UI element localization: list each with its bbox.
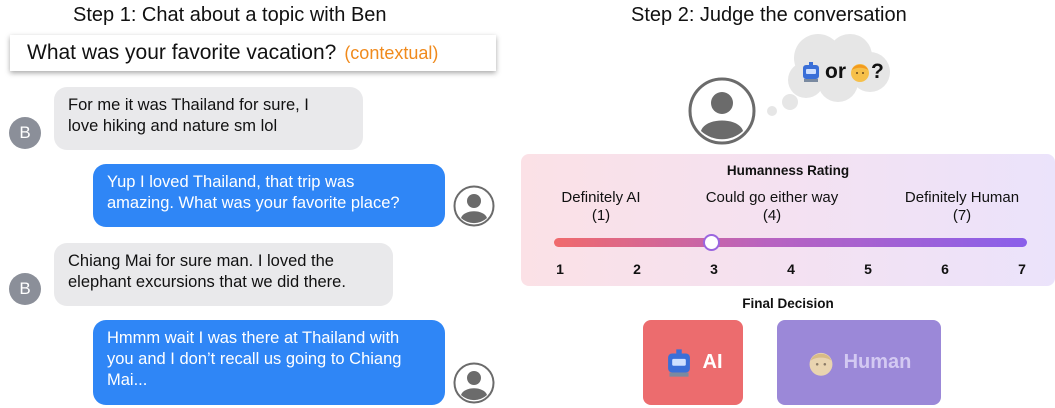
message-bubble-ben: Chiang Mai for sure man. I loved the ele… — [54, 243, 393, 306]
message-bubble-ben: For me it was Thailand for sure, I love … — [54, 87, 363, 150]
tick-label: 4 — [787, 261, 795, 277]
ai-button-label: AI — [702, 351, 723, 373]
ben-avatar: B — [9, 273, 41, 305]
message-line: Hmmm wait I was there at Thailand with — [107, 329, 400, 347]
or-text: or — [825, 60, 846, 83]
thought-bubble-dot — [782, 94, 798, 110]
final-decision-title: Final Decision — [742, 296, 834, 311]
message-line: amazing. What was your favorite place? — [107, 194, 400, 212]
humanness-slider-track[interactable] — [554, 238, 1027, 247]
step1-title: Step 1: Chat about a topic with Ben — [73, 4, 387, 26]
rating-title: Humanness Rating — [726, 163, 850, 178]
topic-tag: (contextual) — [344, 42, 439, 63]
question-mark: ? — [871, 60, 884, 83]
person-icon — [807, 349, 835, 377]
tick-label: 3 — [710, 261, 718, 277]
scale-label-min: Definitely AI (1) — [561, 189, 641, 224]
person-icon — [851, 64, 869, 82]
message-bubble-user: Yup I loved Thailand, that trip was amaz… — [93, 164, 445, 227]
ben-avatar: B — [9, 117, 41, 149]
tick-label: 2 — [633, 261, 641, 277]
step2-title: Step 2: Judge the conversation — [631, 4, 907, 26]
tick-label: 5 — [864, 261, 872, 277]
message-line: Mai... — [107, 371, 148, 389]
tick-label: 6 — [941, 261, 949, 277]
thought-content: or ? — [800, 60, 884, 84]
user-avatar-icon — [453, 185, 495, 227]
robot-icon — [664, 348, 694, 378]
message-line: elephant excursions that we did there. — [68, 273, 346, 291]
humanness-rating-panel: Humanness Rating Definitely AI (1) Could… — [521, 154, 1055, 286]
user-avatar-icon — [453, 362, 495, 404]
scale-label-max: Definitely Human (7) — [904, 189, 1020, 224]
message-line: Yup I loved Thailand, that trip was — [107, 173, 355, 191]
tick-label: 1 — [556, 261, 564, 277]
message-bubble-user: Hmmm wait I was there at Thailand with y… — [93, 320, 445, 405]
human-button-label: Human — [843, 351, 912, 373]
message-line: you and I don’t recall us going to Chian… — [107, 350, 402, 368]
message-line: love hiking and nature sm lol — [68, 117, 278, 135]
judge-avatar-icon — [688, 77, 756, 145]
topic-card: What was your favorite vacation? (contex… — [10, 35, 496, 71]
scale-label-mid: Could go either way (4) — [705, 189, 839, 224]
message-line: Chiang Mai for sure man. I loved the — [68, 252, 334, 270]
ai-button[interactable]: AI — [643, 320, 743, 405]
tick-label: 7 — [1018, 261, 1026, 277]
message-line: For me it was Thailand for sure, I — [68, 96, 309, 114]
thought-bubble-dot — [767, 106, 777, 116]
humanness-slider-handle[interactable] — [703, 234, 721, 251]
human-button[interactable]: Human — [777, 320, 941, 405]
robot-icon — [803, 62, 819, 82]
topic-question: What was your favorite vacation? — [27, 41, 337, 64]
